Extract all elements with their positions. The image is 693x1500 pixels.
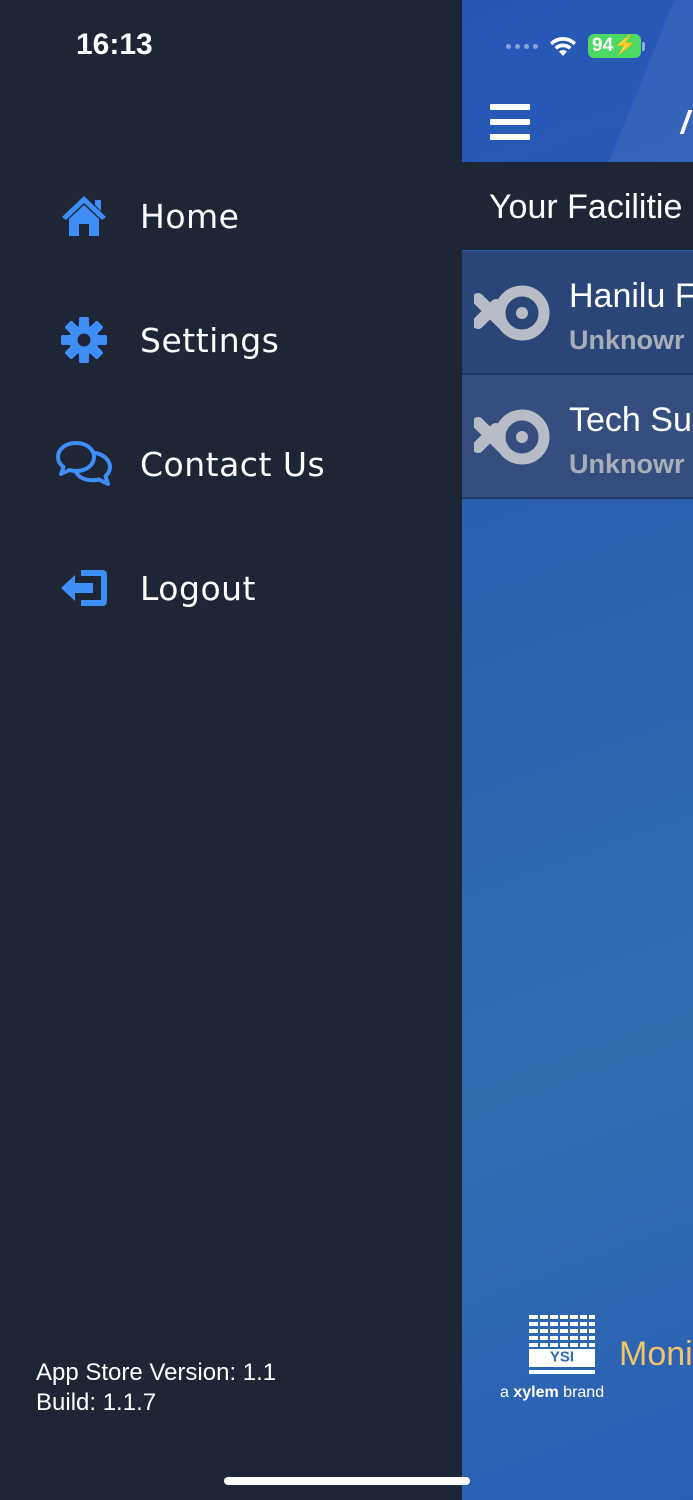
ysi-grid-logo-icon: YSI: [529, 1315, 595, 1374]
cellular-signal-icon: [506, 43, 538, 49]
facility-row[interactable]: Hanilu F Unknowr: [462, 251, 693, 375]
menu-item-home[interactable]: Home: [54, 186, 434, 246]
home-indicator[interactable]: [224, 1477, 470, 1485]
main-app-panel[interactable]: 94⚡ Your Facilitie Hanilu F Unknowr Tech…: [462, 0, 693, 1500]
menu-item-contact-us[interactable]: Contact Us: [54, 434, 434, 494]
facility-row[interactable]: Tech Su Unknowr: [462, 375, 693, 499]
facilities-title: Your Facilitie: [489, 188, 683, 226]
header-decoration: [601, 0, 693, 180]
version-info: App Store Version: 1.1 Build: 1.1.7: [36, 1358, 276, 1418]
brand-tagline-prefix: a: [500, 1384, 514, 1401]
logout-icon: [54, 558, 114, 618]
side-drawer: 16:13 Home Settings Contact Us Logout Ap…: [0, 0, 462, 1500]
gear-icon: [54, 310, 114, 370]
build-number: Build: 1.1.7: [36, 1389, 157, 1416]
menu-item-settings[interactable]: Settings: [54, 310, 434, 370]
facility-name: Tech Su: [569, 401, 692, 439]
footer-label: Moni: [619, 1335, 693, 1373]
xylem-brand-tagline: a xylem brand: [500, 1384, 604, 1402]
ysi-xylem-logo: YSI a xylem brand: [498, 1312, 638, 1408]
battery-indicator: 94⚡: [588, 34, 645, 58]
status-time: 16:13: [76, 28, 153, 61]
facility-logo-icon: [474, 409, 550, 465]
menu-label-contact-us: Contact Us: [140, 444, 326, 484]
menu-label-home: Home: [140, 196, 240, 236]
screen: 94⚡ Your Facilitie Hanilu F Unknowr Tech…: [0, 0, 693, 1500]
brand-tagline-suffix: brand: [558, 1384, 605, 1401]
battery-level: 94: [592, 35, 614, 56]
facilities-header: Your Facilitie: [462, 162, 693, 250]
status-bar-right: 94⚡: [506, 30, 645, 62]
charging-bolt-icon: ⚡: [613, 35, 637, 56]
menu-item-logout[interactable]: Logout: [54, 558, 434, 618]
facility-status: Unknowr: [569, 325, 685, 355]
ysi-wordmark: YSI: [550, 1349, 574, 1366]
menu-label-logout: Logout: [140, 568, 256, 608]
chat-bubbles-icon: [54, 434, 114, 494]
hamburger-menu-icon[interactable]: [490, 104, 530, 140]
home-icon: [54, 186, 114, 246]
app-store-version: App Store Version: 1.1: [36, 1359, 277, 1386]
facility-logo-icon: [474, 285, 550, 341]
facility-name: Hanilu F: [569, 277, 693, 315]
brand-tagline-bold: xylem: [513, 1384, 559, 1401]
wifi-icon: [550, 36, 576, 56]
facility-status: Unknowr: [569, 449, 685, 479]
menu-label-settings: Settings: [140, 320, 280, 360]
